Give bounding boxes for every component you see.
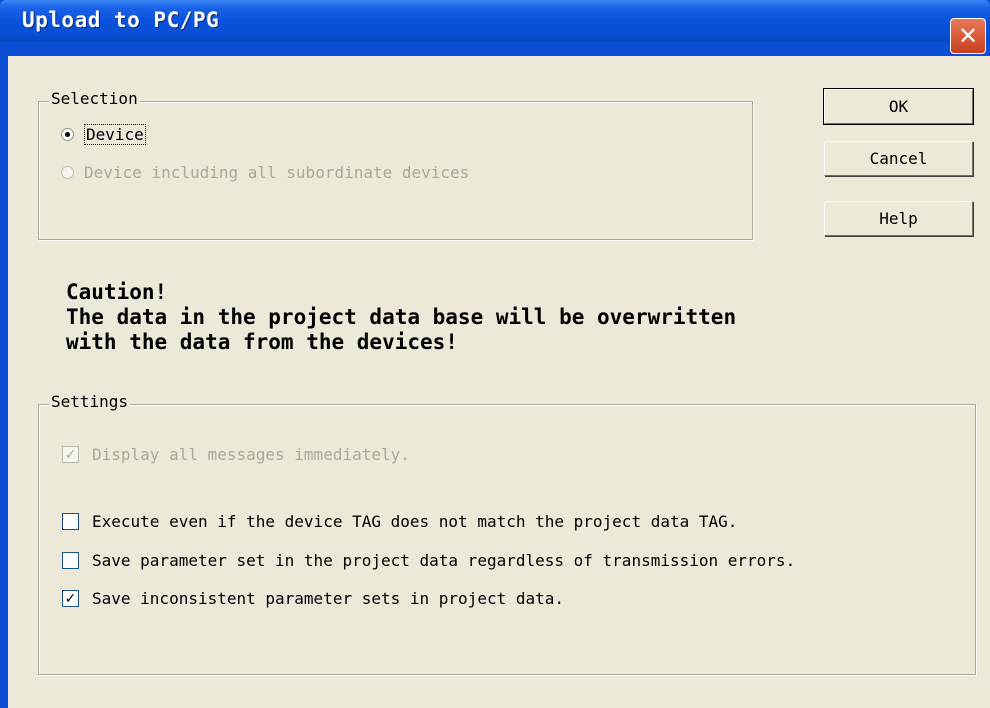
checkbox-display-messages-box: ✓	[62, 446, 79, 463]
caution-title: Caution!	[66, 280, 168, 304]
checkbox-save-inconsistent-label[interactable]: Save inconsistent parameter sets in proj…	[92, 589, 564, 608]
radio-device-label[interactable]: Device	[84, 124, 146, 145]
title-bar[interactable]: Upload to PC/PG ✕	[0, 0, 990, 54]
help-button[interactable]: Help	[824, 201, 973, 236]
caution-line-1: The data in the project data base will b…	[66, 305, 737, 329]
selection-group: Selection Device Device including all su…	[38, 89, 753, 240]
cancel-button[interactable]: Cancel	[824, 141, 973, 176]
checkbox-display-messages-label: Display all messages immediately.	[92, 445, 410, 464]
radio-device[interactable]: Device	[61, 124, 146, 145]
ok-button[interactable]: OK	[823, 88, 974, 125]
checkbox-save-inconsistent-box[interactable]: ✓	[62, 590, 79, 607]
checkbox-save-regardless-errors-label[interactable]: Save parameter set in the project data r…	[92, 551, 795, 570]
checkbox-save-regardless-errors[interactable]: Save parameter set in the project data r…	[62, 551, 795, 570]
settings-group: Settings ✓ Display all messages immediat…	[38, 392, 976, 675]
selection-legend: Selection	[49, 89, 140, 108]
checkbox-execute-tag-mismatch-box[interactable]	[62, 513, 79, 530]
checkbox-execute-tag-mismatch[interactable]: Execute even if the device TAG does not …	[62, 512, 737, 531]
radio-device-subordinate-label: Device including all subordinate devices	[84, 163, 470, 182]
dialog-title: Upload to PC/PG	[22, 8, 220, 32]
radio-device-indicator[interactable]	[61, 128, 74, 141]
caution-message: Caution! The data in the project data ba…	[66, 280, 736, 355]
checkbox-display-messages: ✓ Display all messages immediately.	[62, 445, 410, 464]
upload-dialog: Upload to PC/PG ✕ Selection Device Devic…	[0, 0, 990, 708]
dialog-client-area: Selection Device Device including all su…	[8, 56, 990, 708]
checkbox-save-regardless-errors-box[interactable]	[62, 552, 79, 569]
checkbox-save-inconsistent[interactable]: ✓ Save inconsistent parameter sets in pr…	[62, 589, 564, 608]
radio-device-subordinate: Device including all subordinate devices	[61, 163, 469, 182]
checkbox-execute-tag-mismatch-label[interactable]: Execute even if the device TAG does not …	[92, 512, 737, 531]
caution-line-2: with the data from the devices!	[66, 330, 458, 354]
settings-legend: Settings	[49, 392, 131, 411]
close-icon[interactable]: ✕	[950, 18, 986, 54]
radio-device-subordinate-indicator	[61, 166, 74, 179]
